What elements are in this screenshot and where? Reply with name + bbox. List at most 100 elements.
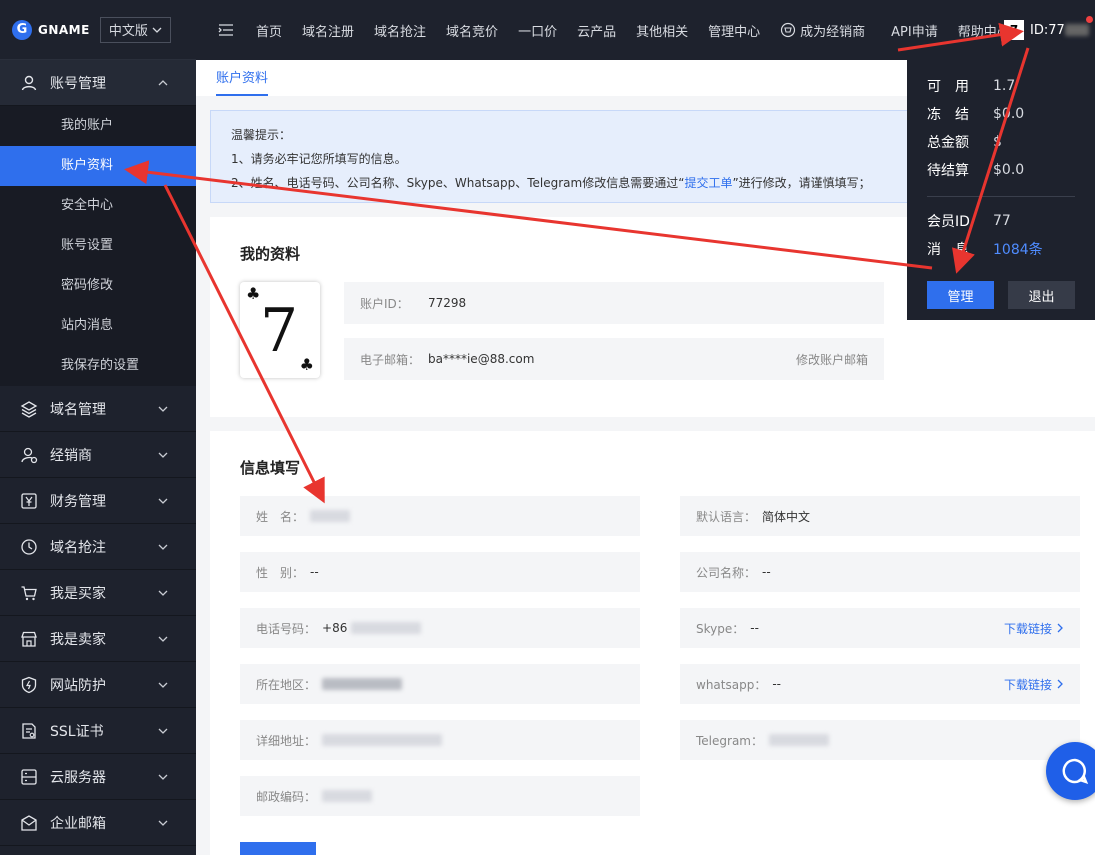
whatsapp-value: -- — [772, 677, 781, 691]
sidebar-item-password-change[interactable]: 密码修改 — [0, 266, 196, 306]
chevron-down-icon — [158, 774, 168, 780]
language-label: 中文版 — [108, 24, 148, 39]
gender-label: 性 别： — [256, 565, 305, 580]
whatsapp-download-link[interactable]: 下载链接 — [1004, 676, 1064, 693]
user-menu-trigger[interactable]: 7 ID:77 — [1004, 0, 1093, 60]
chevron-down-icon — [158, 590, 168, 596]
default-language-field[interactable]: 默认语言： 简体中文 — [680, 496, 1080, 536]
logout-button[interactable]: 退出 — [1008, 281, 1075, 309]
clock-icon — [20, 538, 38, 556]
sidebar-group-account[interactable]: 账号管理 — [0, 60, 196, 106]
tab-account-profile[interactable]: 账户资料 — [216, 67, 269, 96]
sidebar: G GNAME 中文版 账号管理 我的账户 账户资料 安全中心 账号设置 密码修… — [0, 0, 196, 855]
skype-label: Skype： — [696, 621, 745, 636]
company-field[interactable]: 公司名称： -- — [680, 552, 1080, 592]
nav-other[interactable]: 其他相关 — [636, 21, 688, 40]
gender-field[interactable]: 性 别： -- — [240, 552, 640, 592]
phone-prefix: +86 — [322, 621, 348, 635]
nav-domain-snatch[interactable]: 域名抢注 — [374, 21, 426, 40]
available-value: 1.7 — [993, 78, 1016, 94]
frozen-value: $0.0 — [993, 106, 1025, 122]
chevron-down-icon — [158, 820, 168, 826]
member-id-label: 会员ID — [927, 214, 970, 230]
sidebar-group-finance[interactable]: 财务管理 — [0, 478, 196, 524]
menu-collapse-icon[interactable] — [218, 23, 234, 37]
sidebar-group-label: 企业邮箱 — [50, 815, 106, 832]
nav-domain-register[interactable]: 域名注册 — [302, 21, 354, 40]
phone-field[interactable]: 电话号码： +86 — [240, 608, 640, 648]
messages-row[interactable]: 消 息 1084条 — [927, 235, 1075, 263]
certificate-icon — [20, 722, 38, 740]
sidebar-group-label: 经销商 — [50, 447, 92, 464]
region-field[interactable]: 所在地区： — [240, 664, 640, 704]
sidebar-item-account-settings[interactable]: 账号设置 — [0, 226, 196, 266]
sidebar-item-site-messages[interactable]: 站内消息 — [0, 306, 196, 346]
avatar-char: 7 — [260, 296, 299, 366]
account-id-label: 账户ID： — [360, 296, 409, 311]
sidebar-item-account-profile[interactable]: 账户资料 — [0, 146, 196, 186]
address-field[interactable]: 详细地址： — [240, 720, 640, 760]
logo-icon[interactable]: G — [12, 19, 32, 40]
chat-support-button[interactable] — [1046, 742, 1095, 800]
sidebar-group-site-protection[interactable]: 网站防护 — [0, 662, 196, 708]
sidebar-group-dealer[interactable]: 经销商 — [0, 432, 196, 478]
dealer-icon — [20, 446, 38, 464]
name-field[interactable]: 姓 名： — [240, 496, 640, 536]
whatsapp-field[interactable]: whatsapp： -- 下载链接 — [680, 664, 1080, 704]
chevron-down-icon — [158, 498, 168, 504]
profile-fields: 账户ID： 77298 电子邮箱： ba****ie@88.com 修改账户邮箱 — [344, 282, 884, 394]
logo-text[interactable]: GNAME — [38, 23, 90, 37]
notification-dot — [1085, 16, 1093, 23]
nav-fixed-price[interactable]: 一口价 — [518, 21, 557, 40]
sidebar-group-enterprise-mail[interactable]: 企业邮箱 — [0, 800, 196, 846]
member-id-row: 会员ID 77 — [927, 207, 1075, 235]
sidebar-item-my-account[interactable]: 我的账户 — [0, 106, 196, 146]
dealer-icon — [781, 22, 796, 38]
sidebar-item-saved-settings[interactable]: 我保存的设置 — [0, 346, 196, 386]
nav-management-center[interactable]: 管理中心 — [708, 21, 760, 40]
redacted-text — [351, 622, 422, 634]
user-icon — [20, 74, 38, 92]
pending-value: $0.0 — [993, 162, 1025, 178]
name-label: 姓 名： — [256, 509, 305, 524]
nav-cloud-products[interactable]: 云产品 — [577, 21, 616, 40]
zip-field[interactable]: 邮政编码： — [240, 776, 640, 816]
messages-count[interactable]: 1084条 — [993, 239, 1043, 259]
member-id-value: 77 — [993, 213, 1011, 229]
nav-api-apply[interactable]: API申请 — [891, 21, 938, 40]
info-card: 信息填写 姓 名： 默认语言： 简体中文 性 别： -- 公司名称： -- 电话… — [210, 431, 1095, 855]
skype-download-link[interactable]: 下载链接 — [1004, 620, 1064, 637]
nav-home[interactable]: 首页 — [256, 21, 282, 40]
redacted-text — [322, 790, 373, 802]
layers-icon — [20, 400, 38, 418]
nav-help-center[interactable]: 帮助中心 — [958, 21, 1010, 40]
language-select[interactable]: 中文版 — [99, 16, 171, 43]
manage-button[interactable]: 管理 — [927, 281, 994, 309]
redacted-text — [310, 510, 351, 522]
sidebar-group-seller[interactable]: 我是卖家 — [0, 616, 196, 662]
user-id-label: ID:77 — [1030, 22, 1065, 38]
save-button[interactable] — [240, 842, 316, 855]
nav-domain-auction[interactable]: 域名竞价 — [446, 21, 498, 40]
nav-become-dealer[interactable]: 成为经销商 — [780, 21, 865, 40]
email-label: 电子邮箱： — [360, 352, 421, 367]
sidebar-group-domain-snatch[interactable]: 域名抢注 — [0, 524, 196, 570]
sidebar-group-label: 云服务器 — [50, 769, 106, 786]
pending-label: 待结算 — [927, 163, 969, 179]
sidebar-group-label: 财务管理 — [50, 493, 106, 510]
telegram-field[interactable]: Telegram： — [680, 720, 1080, 760]
sidebar-group-domain[interactable]: 域名管理 — [0, 386, 196, 432]
sidebar-item-security-center[interactable]: 安全中心 — [0, 186, 196, 226]
redacted-text — [322, 734, 443, 746]
company-value: -- — [762, 565, 771, 579]
total-label: 总金额 — [927, 135, 969, 151]
skype-field[interactable]: Skype： -- 下载链接 — [680, 608, 1080, 648]
submit-ticket-link[interactable]: 提交工单 — [684, 176, 732, 190]
balance-available-row: 可 用 1.7 — [927, 72, 1075, 100]
sidebar-group-ssl[interactable]: SSL证书 — [0, 708, 196, 754]
chevron-down-icon — [158, 544, 168, 550]
sidebar-group-buyer[interactable]: 我是买家 — [0, 570, 196, 616]
info-grid: 姓 名： 默认语言： 简体中文 性 别： -- 公司名称： -- 电话号码： +… — [240, 496, 1080, 816]
edit-email-link[interactable]: 修改账户邮箱 — [796, 351, 868, 368]
sidebar-group-cloud-server[interactable]: 云服务器 — [0, 754, 196, 800]
